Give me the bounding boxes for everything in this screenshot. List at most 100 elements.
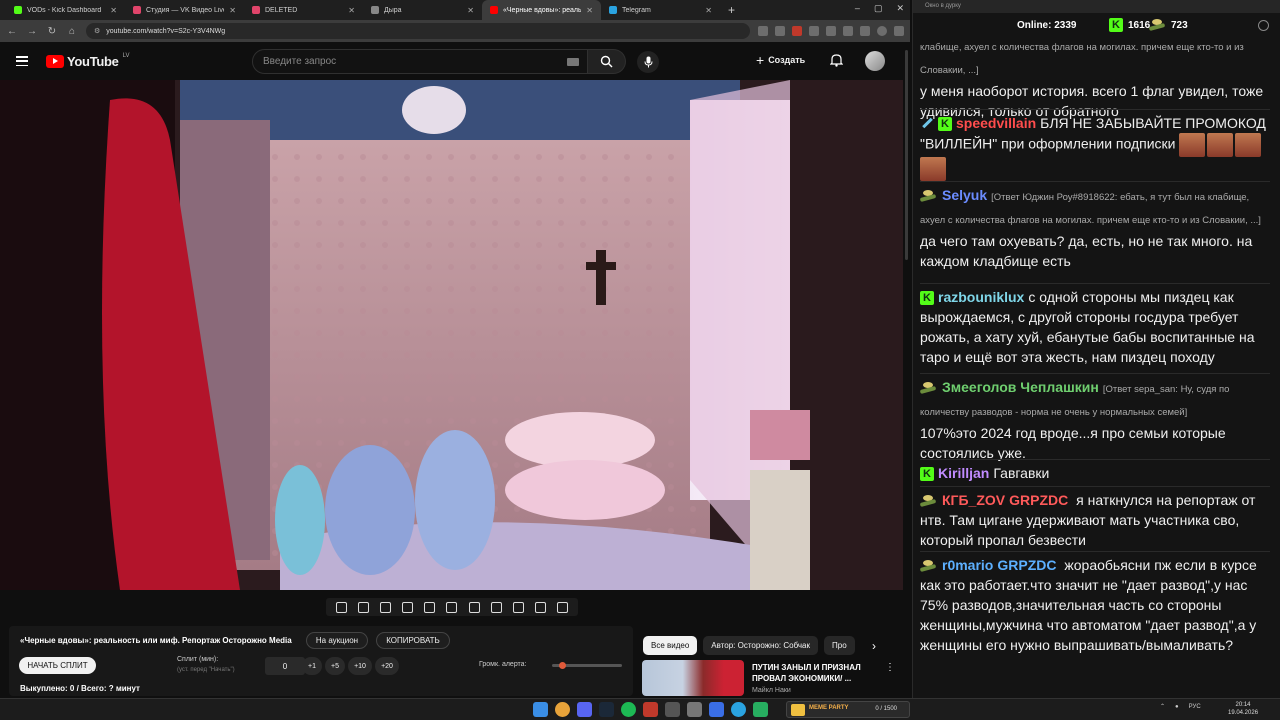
search-button[interactable] — [588, 49, 626, 74]
close-tab-icon[interactable]: ✕ — [110, 6, 117, 15]
chat-username[interactable]: Kirilljan — [938, 465, 989, 481]
camera-icon[interactable] — [512, 601, 524, 613]
more-options-icon[interactable]: ⋮ — [885, 662, 895, 673]
minimize-button[interactable]: – — [855, 3, 860, 14]
close-tab-icon[interactable]: ✕ — [467, 6, 474, 15]
new-tab-button[interactable]: + — [720, 3, 743, 17]
extension-icon[interactable] — [826, 26, 836, 36]
chat-username[interactable]: r0mario — [942, 557, 993, 573]
chat-window-title: Окно в дурку — [913, 0, 1280, 13]
loop-icon[interactable] — [335, 601, 347, 613]
browser-tab[interactable]: Telegram ✕ — [601, 0, 720, 20]
browser-tab[interactable]: DELETED ✕ — [244, 0, 363, 20]
app-icon[interactable] — [665, 702, 680, 717]
auction-button[interactable]: На аукцион — [306, 632, 368, 649]
chat-username[interactable]: Selyuk — [942, 187, 987, 203]
add-1-button[interactable]: +1 — [302, 657, 322, 675]
chevron-up-icon[interactable]: ⌃ — [1160, 703, 1165, 710]
add-10-button[interactable]: +10 — [348, 657, 372, 675]
browser-tab[interactable]: VODs - Kick Dashboard ✕ — [6, 0, 125, 20]
chat-mention[interactable]: GRPZDC — [1009, 492, 1068, 508]
notifications-button[interactable] — [829, 53, 844, 72]
close-tab-icon[interactable]: ✕ — [705, 6, 712, 15]
alert-volume-slider[interactable] — [552, 662, 622, 669]
site-info-icon[interactable]: ⚙ — [94, 27, 100, 35]
add-20-button[interactable]: +20 — [375, 657, 399, 675]
maximize-button[interactable]: ▢ — [874, 3, 883, 14]
telegram-icon[interactable] — [731, 702, 746, 717]
chat-username[interactable]: razbouniklux — [938, 289, 1024, 305]
menu-icon[interactable] — [894, 26, 904, 36]
forward-icon[interactable]: → — [26, 26, 38, 37]
download-icon[interactable] — [843, 26, 853, 36]
extension-icon[interactable] — [809, 26, 819, 36]
voice-search-button[interactable] — [637, 51, 659, 73]
video-player[interactable] — [0, 80, 903, 590]
edit-icon[interactable] — [490, 601, 502, 613]
profile-icon[interactable] — [877, 26, 887, 36]
gear-icon[interactable] — [1258, 19, 1269, 31]
chat-username[interactable]: Змееголов Чеплашкин — [942, 379, 1099, 395]
create-button[interactable]: + Создать — [756, 52, 805, 68]
close-tab-icon[interactable]: ✕ — [348, 6, 355, 15]
chat-mention[interactable]: GRPZDC — [997, 557, 1056, 573]
slider-knob[interactable] — [559, 662, 566, 669]
app-icon[interactable] — [643, 702, 658, 717]
extension-icon[interactable] — [758, 26, 768, 36]
discord-icon[interactable] — [577, 702, 592, 717]
microphone-icon[interactable]: ● — [1175, 704, 1179, 710]
flask-icon[interactable] — [535, 601, 547, 613]
keyboard-icon[interactable] — [567, 57, 579, 66]
extension-icon[interactable] — [775, 26, 785, 36]
menu-icon[interactable] — [16, 56, 28, 66]
browser-tab[interactable]: «Черные вдовы»: реальн ✕ — [482, 0, 601, 20]
chat-username[interactable]: speedvillain — [956, 115, 1036, 131]
extension-icon[interactable] — [860, 26, 870, 36]
chat-username[interactable]: КГБ_ZOV — [942, 492, 1005, 508]
close-tab-icon[interactable]: ✕ — [229, 6, 236, 15]
chrome-icon[interactable] — [555, 702, 570, 717]
add-5-button[interactable]: +5 — [325, 657, 345, 675]
url-field[interactable]: ⚙ youtube.com/watch?v=S2c-Y3V4NWg — [86, 23, 750, 39]
close-window-button[interactable]: ✕ — [896, 3, 904, 14]
app-icon[interactable] — [753, 702, 768, 717]
steam-icon[interactable] — [599, 702, 614, 717]
meme-party-widget[interactable]: MEME PARTY 0 / 1500 — [786, 701, 910, 718]
extension-icon[interactable] — [792, 26, 802, 36]
copy-button[interactable]: КОПИРОВАТЬ — [376, 632, 450, 649]
chip-all-videos[interactable]: Все видео — [643, 636, 698, 655]
page-scrollbar[interactable] — [904, 44, 909, 694]
spotify-icon[interactable] — [621, 702, 636, 717]
film-icon[interactable] — [402, 601, 414, 613]
browser-tab[interactable]: Дыра ✕ — [363, 0, 482, 20]
windows-start-icon[interactable] — [533, 702, 548, 717]
back-icon[interactable]: ← — [6, 26, 18, 37]
recommended-author[interactable]: Майкл Наки — [752, 687, 791, 694]
video-thumbnail[interactable] — [642, 660, 744, 696]
gear-icon[interactable] — [557, 601, 569, 613]
subtitles-icon[interactable] — [446, 601, 458, 613]
chip-author[interactable]: Автор: Осторожно: Собчак — [703, 636, 819, 655]
browser-tab[interactable]: Студия — VK Видео Live ✕ — [125, 0, 244, 20]
alert-volume-label: Громк. алерта: — [479, 661, 527, 668]
search-input[interactable]: Введите запрос — [252, 49, 588, 74]
recommended-video[interactable]: ПУТИН ЗАНЫЛ И ПРИЗНАЛ ПРОВАЛ ЭКОНОМИКИ/ … — [642, 660, 902, 696]
clock[interactable]: 20:14 19.04.2026 — [1228, 701, 1258, 717]
youtube-logo[interactable]: YouTube LV — [46, 53, 129, 69]
broadcast-icon[interactable] — [357, 601, 369, 613]
home-icon[interactable]: ⌂ — [66, 26, 78, 37]
language-indicator[interactable]: РУС — [1189, 704, 1201, 710]
picture-in-picture-icon[interactable] — [424, 601, 436, 613]
avatar[interactable] — [865, 51, 885, 71]
chevron-right-icon[interactable]: › — [872, 639, 876, 653]
start-split-button[interactable]: НАЧАТЬ СПЛИТ — [19, 657, 96, 674]
speed-icon[interactable] — [468, 601, 480, 613]
app-icon[interactable] — [687, 702, 702, 717]
app-icon[interactable] — [709, 702, 724, 717]
close-tab-icon[interactable]: ✕ — [586, 6, 593, 15]
chip-more[interactable]: Про — [824, 636, 855, 655]
reload-icon[interactable]: ↻ — [46, 26, 58, 37]
split-minutes-input[interactable]: 0 — [265, 657, 305, 675]
screenshot-icon[interactable] — [379, 601, 391, 613]
recommended-title[interactable]: ПУТИН ЗАНЫЛ И ПРИЗНАЛ ПРОВАЛ ЭКОНОМИКИ/ … — [752, 662, 882, 684]
